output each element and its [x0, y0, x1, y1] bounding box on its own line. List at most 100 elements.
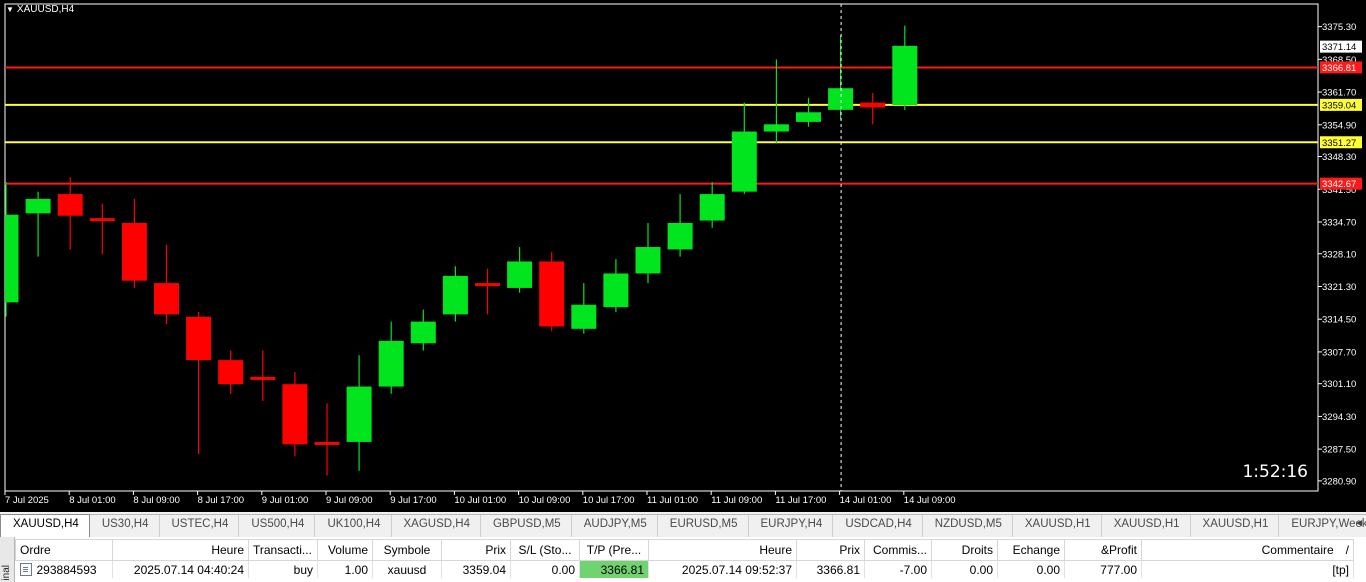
x-axis-label: 9 Jul 17:00 [390, 495, 436, 506]
table-cell-sl: 0.00 [510, 560, 580, 578]
x-axis-label: 8 Jul 01:00 [69, 495, 115, 506]
chart-tab[interactable]: XAUUSD,H1 [1013, 515, 1102, 537]
column-header[interactable]: Commis... [864, 539, 932, 561]
column-header[interactable]: T/P (Pre... [579, 539, 649, 561]
candle-body [475, 283, 500, 287]
chart-tab[interactable]: EURUSD,M5 [658, 515, 749, 537]
y-axis-label: 3361.70 [1322, 88, 1356, 99]
y-axis-label: 3287.50 [1322, 445, 1356, 456]
price-level-label: 3366.81 [1322, 63, 1356, 74]
y-axis-label: 3301.10 [1322, 379, 1356, 390]
x-axis-label: 10 Jul 09:00 [519, 495, 571, 506]
column-header[interactable]: Heure [112, 539, 249, 561]
sort-indicator-icon: / [1345, 543, 1349, 557]
column-header[interactable]: Commentaire / [1141, 539, 1354, 561]
column-header[interactable]: Transacti... [248, 539, 318, 561]
orders-table: Ordre Heure Transacti... Volume Symbole Prix S… [15, 539, 1354, 578]
candlestick-chart[interactable]: 3375.303368.503361.703354.903348.303341.… [0, 0, 1366, 512]
chart-tab[interactable]: XAGUSD,H4 [392, 515, 481, 537]
candle-body [860, 102, 886, 108]
chart-tab[interactable]: EURJPY,Weekly [1279, 515, 1366, 537]
chart-tab[interactable]: XAUUSD,H1 [1102, 515, 1191, 537]
y-axis-label: 3314.50 [1322, 315, 1356, 326]
candle-body [603, 273, 629, 308]
column-header[interactable]: Ordre [15, 539, 113, 561]
table-row[interactable]: 293884593 2025.07.14 04:40:24 buy 1.00 xauus… [15, 560, 1354, 578]
table-cell-order: 293884593 [15, 560, 113, 578]
chart-window[interactable]: 3375.30 3368.50 3361.70 3354.90 3348.30 3341.… [0, 0, 1366, 512]
x-axis-label: 8 Jul 17:00 [198, 495, 244, 506]
candle-body [5, 214, 19, 303]
plot-border [4, 3, 1319, 492]
candle-body [667, 222, 693, 250]
table-cell-profit: 777.00 [1064, 560, 1142, 578]
chart-tab[interactable]: GBPUSD,M5 [481, 515, 572, 537]
chart-tab[interactable]: EURJPY,H4 [749, 515, 834, 537]
y-axis-label: 3348.30 [1322, 152, 1356, 163]
x-axis-label: 9 Jul 01:00 [262, 495, 308, 506]
candle-body [346, 386, 372, 442]
symbol-title: XAUUSD,H4 [16, 4, 75, 15]
candle-body [154, 283, 179, 315]
chart-tab[interactable]: AUDJPY,M5 [572, 515, 658, 537]
y-axis-label: 3375.30 [1322, 22, 1356, 33]
candle-body [539, 261, 565, 327]
chart-tab[interactable]: US500,H4 [239, 515, 316, 537]
x-axis-label: 11 Jul 01:00 [647, 495, 698, 506]
x-axis-label: 14 Jul 01:00 [840, 495, 892, 506]
y-axis-label: 3354.90 [1322, 120, 1356, 131]
chart-tab[interactable]: XAUUSD,H1 [1191, 515, 1280, 537]
column-header[interactable]: Symbole [372, 539, 442, 561]
candle-body [218, 360, 244, 385]
chart-tab[interactable]: UK100,H4 [315, 515, 392, 537]
current-price-label: 3371.14 [1322, 42, 1356, 53]
chart-tab[interactable]: NZDUSD,M5 [923, 515, 1013, 537]
column-header[interactable]: Droits [931, 539, 998, 561]
tab-scroll-left-icon[interactable]: ◄ [1354, 518, 1364, 529]
column-header[interactable]: Prix [441, 539, 511, 561]
price-level-label: 3351.27 [1322, 138, 1356, 149]
candle-body [121, 222, 147, 281]
table-cell-price: 3359.04 [441, 560, 511, 578]
candle-countdown: 1:52:16 [1242, 462, 1308, 482]
column-header[interactable]: Heure [648, 539, 797, 561]
table-cell-open-time: 2025.07.14 04:40:24 [112, 560, 249, 578]
chart-tab[interactable]: USDCAD,H4 [833, 515, 923, 537]
column-header[interactable]: S/L (Sto... [510, 539, 580, 561]
column-header[interactable]: Prix [796, 539, 865, 561]
column-header[interactable]: Echange [997, 539, 1065, 561]
table-cell-tp: 3366.81 [579, 560, 649, 578]
chart-tab[interactable]: USTEC,H4 [160, 515, 240, 537]
candle-body [410, 321, 436, 344]
candles-group [5, 25, 1318, 476]
candle-body [314, 441, 340, 445]
column-header[interactable]: Volume [317, 539, 373, 561]
table-cell-time: 2025.07.14 09:52:37 [648, 560, 797, 578]
column-header[interactable]: &Profit [1064, 539, 1142, 561]
y-axis-label: 3321.30 [1322, 282, 1356, 293]
table-cell-symbol: xauusd [372, 560, 442, 578]
x-axis-label: 10 Jul 17:00 [583, 495, 635, 506]
y-axis-label: 3294.30 [1322, 412, 1356, 423]
candle-body [796, 112, 821, 122]
x-axis-label: 11 Jul 09:00 [711, 495, 762, 506]
x-axis-label: 14 Jul 09:00 [904, 495, 956, 506]
table-cell-exchange: 0.00 [997, 560, 1065, 578]
x-axis-label: 9 Jul 09:00 [326, 495, 372, 506]
candle-body [57, 194, 83, 216]
table-cell-type: buy [248, 560, 318, 578]
dropdown-triangle-icon[interactable]: ▼ [6, 5, 14, 14]
y-axis-label: 3334.70 [1322, 217, 1356, 228]
candle-body [699, 194, 725, 221]
chart-tab[interactable]: US30,H4 [90, 515, 160, 537]
y-axis-label: 3328.10 [1322, 249, 1356, 260]
y-axis-label: 3280.90 [1322, 476, 1356, 487]
candle-body [442, 275, 468, 315]
chart-tabs-bar: XAUUSD,H4 US30,H4 USTEC,H4 US500,H4 UK100,H4… [0, 514, 1366, 537]
table-cell-volume: 1.00 [317, 560, 373, 578]
candle-body [571, 304, 597, 329]
candle-body [186, 316, 212, 361]
table-cell-cur-price: 3366.81 [796, 560, 865, 578]
x-axis-label: 7 Jul 2025 [5, 495, 49, 506]
chart-tab[interactable]: XAUUSD,H4 [0, 514, 90, 537]
